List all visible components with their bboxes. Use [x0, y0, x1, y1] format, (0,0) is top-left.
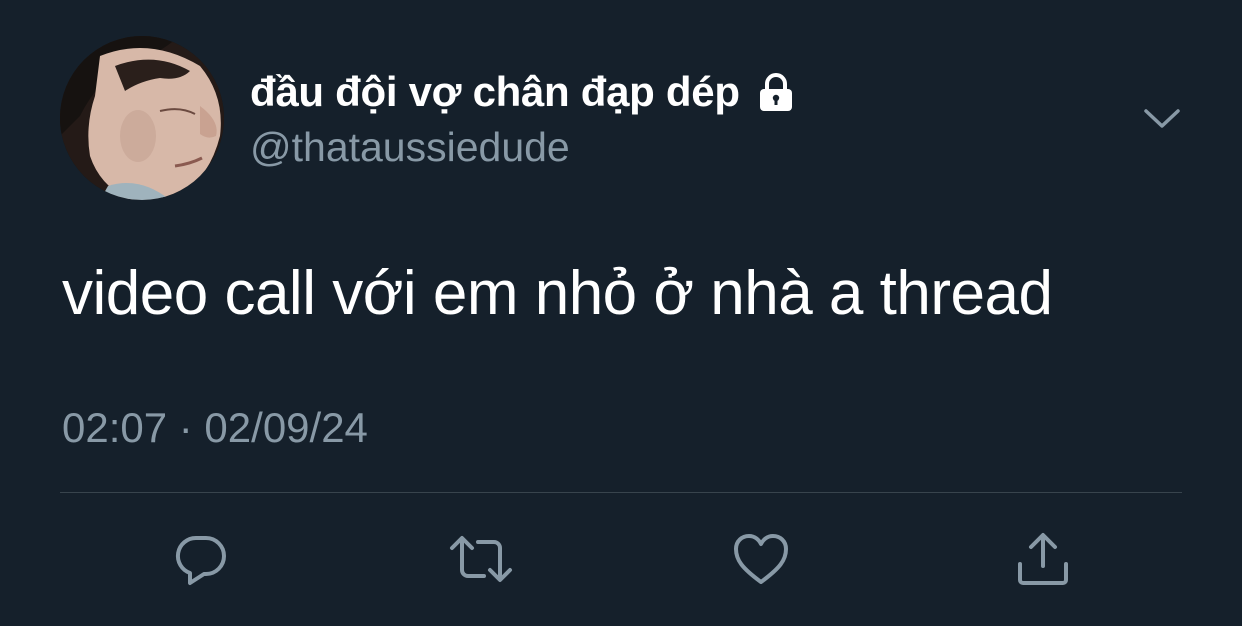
reply-button[interactable] [170, 528, 232, 590]
heart-icon [732, 532, 790, 586]
like-button[interactable] [730, 528, 792, 590]
share-icon [1014, 530, 1072, 588]
author-handle[interactable]: @thataussiedude [250, 124, 570, 171]
avatar[interactable] [60, 36, 224, 200]
tweet-card: đầu đội vợ chân đạp dép @thataussiedude … [0, 0, 1242, 626]
lock-icon [754, 70, 798, 114]
retweet-icon [448, 530, 514, 588]
retweet-button[interactable] [450, 528, 512, 590]
author-name-row[interactable]: đầu đội vợ chân đạp dép [250, 66, 798, 118]
tweet-text: video call với em nhỏ ở nhà a thread [62, 259, 1053, 328]
avatar-photo [60, 36, 224, 200]
chevron-down-icon[interactable] [1142, 100, 1182, 136]
divider [60, 492, 1182, 493]
share-button[interactable] [1012, 528, 1074, 590]
reply-icon [172, 530, 230, 588]
tweet-timestamp[interactable]: 02:07 · 02/09/24 [62, 404, 368, 452]
author-display-name[interactable]: đầu đội vợ chân đạp dép [250, 68, 740, 116]
